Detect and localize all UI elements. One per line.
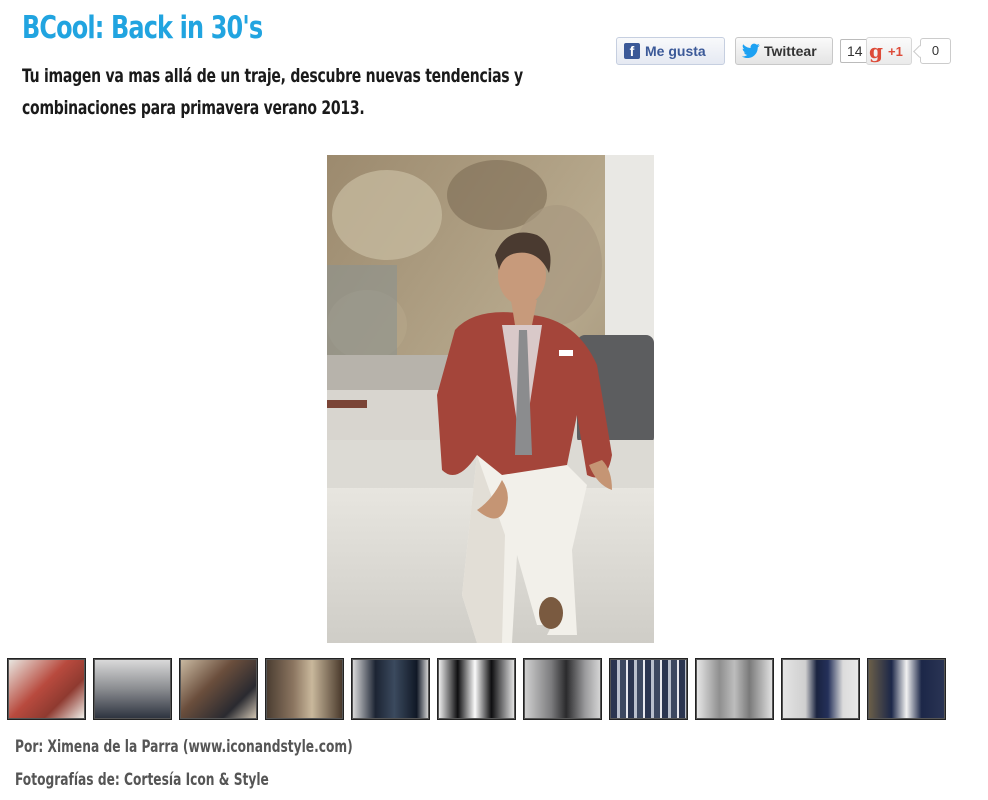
- twitter-tweet-label: Twittear: [764, 43, 817, 59]
- google-plus-count: 0: [920, 38, 951, 64]
- gallery-thumbnail[interactable]: [94, 659, 171, 719]
- twitter-bird-icon: [742, 43, 760, 59]
- gallery-thumbnail[interactable]: [696, 659, 773, 719]
- gallery-thumbnail[interactable]: [266, 659, 343, 719]
- gallery-thumbnail[interactable]: [438, 659, 515, 719]
- gallery-thumbnail[interactable]: [524, 659, 601, 719]
- article-title: BCool: Back in 30's: [22, 10, 263, 46]
- gallery-thumbnail[interactable]: [868, 659, 945, 719]
- gallery-thumbnail[interactable]: [782, 659, 859, 719]
- twitter-tweet-button[interactable]: Twittear: [735, 37, 833, 65]
- google-plus-one-button[interactable]: g +1: [866, 37, 912, 65]
- article-subtitle: Tu imagen va mas allá de un traje, descu…: [22, 65, 523, 119]
- facebook-icon: f: [624, 43, 640, 59]
- google-plus-icon: g: [869, 39, 883, 63]
- google-plus-one-label: +1: [887, 43, 903, 59]
- gallery-thumbnail[interactable]: [352, 659, 429, 719]
- main-gallery-photo[interactable]: [327, 155, 654, 643]
- gallery-thumbnail[interactable]: [8, 659, 85, 719]
- photo-credit: Fotografías de: Cortesía Icon & Style: [15, 770, 269, 790]
- facebook-like-button[interactable]: f Me gusta: [616, 37, 725, 65]
- gallery-thumbnail[interactable]: [180, 659, 257, 719]
- author-credit: Por: Ximena de la Parra (www.iconandstyl…: [15, 737, 353, 757]
- facebook-like-label: Me gusta: [645, 43, 706, 59]
- gallery-thumbnail[interactable]: [610, 659, 687, 719]
